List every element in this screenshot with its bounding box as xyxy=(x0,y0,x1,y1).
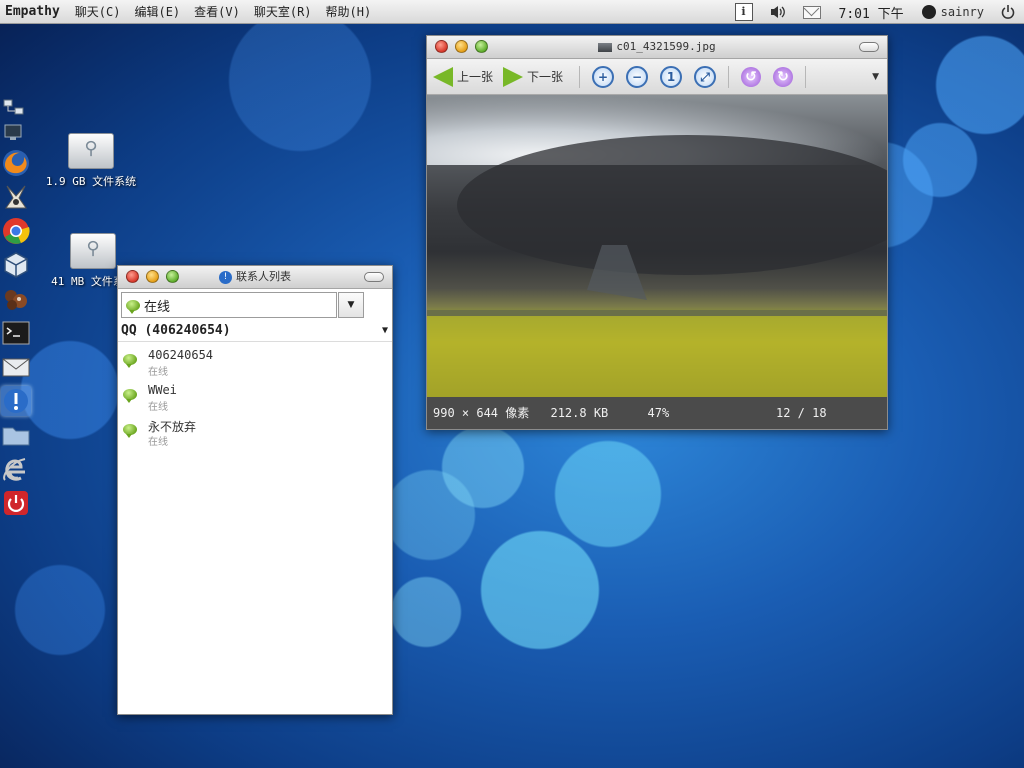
image-file-icon xyxy=(598,42,613,52)
contact-item[interactable]: 406240654 在线 xyxy=(118,348,392,383)
viewer-titlebar[interactable]: c01_4321599.jpg xyxy=(427,36,887,59)
next-button[interactable]: 下一张 xyxy=(527,68,563,85)
zoom-in-icon[interactable]: + xyxy=(592,65,615,88)
info-icon: i xyxy=(734,3,753,21)
network-icon[interactable] xyxy=(1,96,31,118)
image-dimensions: 990 × 644 像素 xyxy=(433,406,530,420)
ie-icon[interactable] xyxy=(1,454,31,484)
rotate-left-icon[interactable]: ↺ xyxy=(741,66,762,87)
power-tray-icon[interactable] xyxy=(1000,4,1016,20)
shade-icon[interactable] xyxy=(859,42,879,52)
panel-tray: i 7:01 下午 sainry xyxy=(727,0,1024,24)
drive-icon xyxy=(70,233,116,269)
menu-view[interactable]: 查看(V) xyxy=(187,3,247,20)
viewer-toolbar: 上一张 下一张 + − 1 ⤢ ↺ ↻ ▼ xyxy=(427,59,887,95)
contact-status: 在线 xyxy=(148,367,168,378)
viewer-statusbar: 990 × 644 像素 212.8 KB 47% 12 / 18 xyxy=(427,397,887,429)
envelope-icon xyxy=(802,5,821,19)
online-status-icon xyxy=(126,299,140,314)
account-group-header[interactable]: QQ (406240654) ▼ xyxy=(118,321,392,342)
power-icon[interactable] xyxy=(1,488,31,518)
presence-selector[interactable]: 在线 ▼ xyxy=(121,292,364,318)
contact-list-window: ! 联系人列表 在线 ▼ QQ (406240654) ▼ 406240654 在… xyxy=(117,265,393,715)
folder-icon[interactable] xyxy=(1,420,31,450)
toolbar-separator xyxy=(728,65,730,88)
contact-item[interactable]: 永不放弃 在线 xyxy=(118,418,392,453)
mail-tray-button[interactable] xyxy=(802,5,821,19)
storm-photo xyxy=(427,95,887,397)
prev-button[interactable]: 上一张 xyxy=(457,68,493,85)
terminal-icon[interactable] xyxy=(1,318,31,348)
image-position: 12 / 18 xyxy=(776,406,827,420)
contact-name: WWei xyxy=(148,383,177,397)
zoom-fit-icon[interactable]: ⤢ xyxy=(694,65,717,88)
account-label: QQ (406240654) xyxy=(121,323,231,338)
contact-status: 在线 xyxy=(148,437,168,448)
chevron-down-icon[interactable]: ▼ xyxy=(338,292,364,318)
toolbar-separator xyxy=(579,65,581,88)
online-status-icon xyxy=(123,354,137,368)
online-status-icon xyxy=(123,424,137,438)
image-viewer-window: c01_4321599.jpg 上一张 下一张 + − 1 ⤢ ↺ ↻ ▼ 99… xyxy=(426,35,888,430)
chocolate-icon[interactable] xyxy=(1,284,31,314)
rotate-right-icon[interactable]: ↻ xyxy=(773,66,794,87)
firefox-icon[interactable] xyxy=(1,148,31,178)
info-icon[interactable] xyxy=(1,386,31,416)
toolbar-overflow-icon[interactable]: ▼ xyxy=(872,72,879,82)
launcher-dock xyxy=(0,96,34,522)
drive-label: 1.9 GB 文件系统 xyxy=(45,175,137,188)
clock[interactable]: 7:01 下午 xyxy=(839,3,904,22)
presence-value: 在线 xyxy=(144,299,171,315)
desktop-drive-1[interactable]: 1.9 GB 文件系统 xyxy=(36,133,146,189)
contacts-title: 联系人列表 xyxy=(236,270,291,283)
menu-edit[interactable]: 编辑(E) xyxy=(127,3,187,20)
contact-item[interactable]: WWei 在线 xyxy=(118,383,392,418)
drive-icon xyxy=(68,133,114,169)
online-status-icon xyxy=(123,389,137,403)
menu-chatroom[interactable]: 聊天室(R) xyxy=(247,3,319,20)
next-arrow-icon[interactable] xyxy=(503,66,524,87)
top-panel: Empathy 聊天(C) 编辑(E) 查看(V) 聊天室(R) 帮助(H) i… xyxy=(0,0,1024,24)
image-zoom: 47% xyxy=(647,406,670,420)
username: sainry xyxy=(940,5,984,19)
mail-icon[interactable] xyxy=(1,352,31,382)
toolbar-separator xyxy=(805,65,807,88)
chrome-icon[interactable] xyxy=(1,216,31,246)
menu-chat[interactable]: 聊天(C) xyxy=(68,3,128,20)
zoom-out-icon[interactable]: − xyxy=(626,65,649,88)
app-name[interactable]: Empathy xyxy=(0,4,68,19)
volume-icon[interactable] xyxy=(769,4,787,20)
contact-name: 406240654 xyxy=(148,348,214,362)
prev-arrow-icon[interactable] xyxy=(433,66,453,87)
display-icon[interactable] xyxy=(1,122,31,144)
virtualbox-icon[interactable] xyxy=(1,250,31,280)
menu-help[interactable]: 帮助(H) xyxy=(319,3,379,20)
viewer-title: c01_4321599.jpg xyxy=(616,40,716,53)
contacts-titlebar[interactable]: ! 联系人列表 xyxy=(118,266,392,289)
info-tray-button[interactable]: i xyxy=(734,3,753,21)
shade-icon[interactable] xyxy=(364,272,384,282)
empathy-icon: ! xyxy=(219,270,232,284)
user-status-icon xyxy=(921,5,936,19)
zoom-normal-icon[interactable]: 1 xyxy=(660,65,683,88)
inkscape-icon[interactable] xyxy=(1,182,31,212)
expand-arrow-icon[interactable]: ▼ xyxy=(382,321,388,341)
user-menu[interactable]: sainry xyxy=(921,5,984,19)
image-filesize: 212.8 KB xyxy=(550,406,609,420)
contact-status: 在线 xyxy=(148,402,168,413)
